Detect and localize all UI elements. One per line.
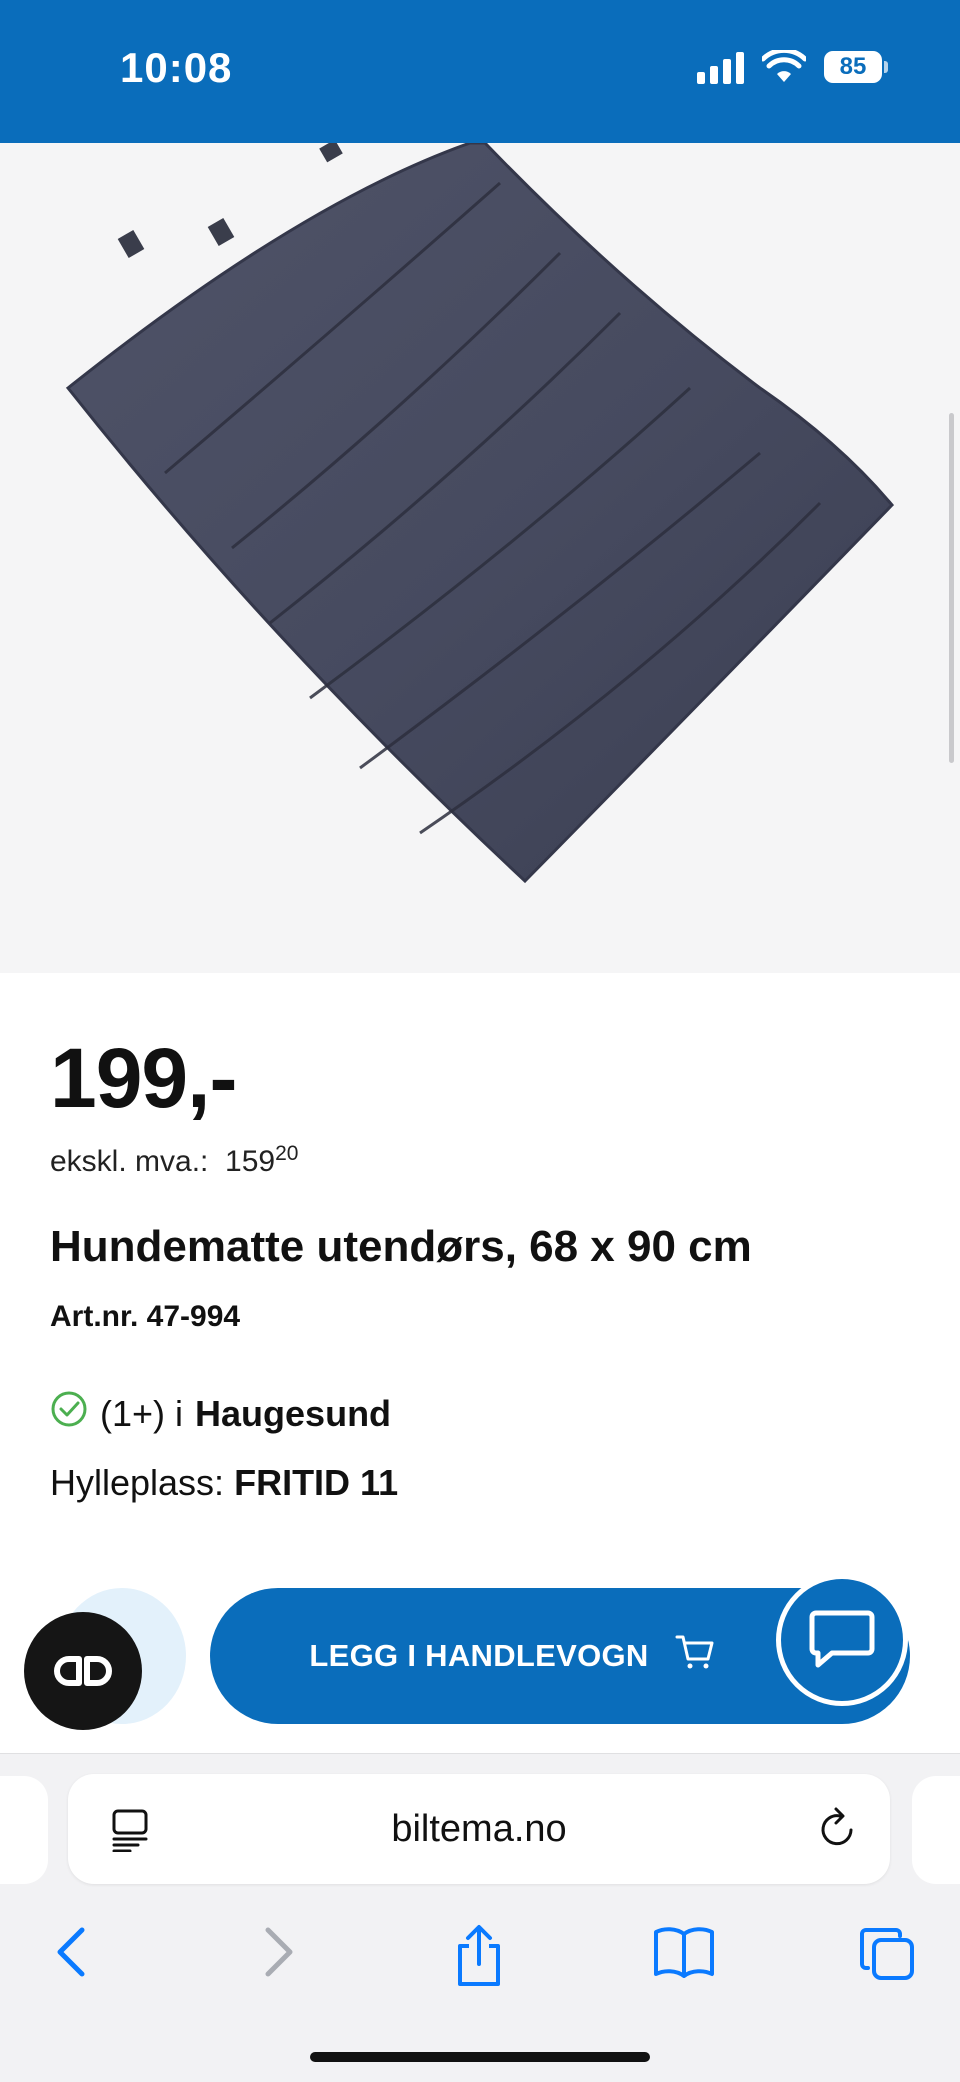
stock-status: (1+) i Haugesund	[50, 1390, 391, 1437]
shelf-location: Hylleplass: FRITID 11	[50, 1462, 398, 1504]
cart-icon	[675, 1633, 715, 1679]
shelf-value: FRITID 11	[234, 1462, 399, 1503]
check-circle-icon	[50, 1390, 88, 1437]
back-icon[interactable]	[52, 1924, 92, 1985]
product-title: Hundematte utendørs, 68 x 90 cm	[50, 1222, 752, 1271]
share-icon[interactable]	[452, 1924, 506, 1993]
chat-button[interactable]	[776, 1574, 908, 1706]
co-assistant-button[interactable]	[24, 1612, 142, 1730]
price: 199,-	[50, 1031, 237, 1125]
browser-nav-row	[0, 1914, 960, 1994]
wifi-icon	[762, 50, 806, 84]
battery-icon: 85	[824, 51, 888, 83]
price-ex-vat-cents: 20	[275, 1142, 299, 1165]
shelf-label: Hylleplass:	[50, 1462, 225, 1503]
dog-mat-image	[65, 143, 895, 884]
price-ex-vat: ekskl. mva.: 15920	[50, 1142, 298, 1179]
status-bar: 10:08 85	[0, 0, 960, 143]
browser-toolbar: biltema.no	[0, 1753, 960, 2082]
next-tab-peek[interactable]	[912, 1776, 960, 1884]
stock-store[interactable]: Haugesund	[195, 1393, 391, 1435]
product-image[interactable]	[0, 143, 960, 973]
chat-bubble-icon	[809, 1610, 875, 1668]
co-logo-icon	[54, 1656, 112, 1686]
forward-icon[interactable]	[258, 1924, 298, 1985]
address-bar[interactable]: biltema.no	[68, 1774, 890, 1884]
scroll-indicator[interactable]	[949, 413, 954, 763]
price-ex-vat-label: ekskl. mva.:	[50, 1145, 209, 1178]
bookmarks-icon[interactable]	[652, 1924, 716, 1985]
home-indicator[interactable]	[310, 2052, 650, 2062]
url-text: biltema.no	[391, 1808, 567, 1850]
price-ex-vat-whole: 159	[225, 1145, 276, 1178]
reload-icon[interactable]	[818, 1806, 858, 1855]
status-time: 10:08	[120, 44, 233, 91]
add-to-cart-label: LEGG I HANDLEVOGN	[309, 1638, 649, 1673]
cellular-signal-icon	[697, 50, 744, 84]
stock-count: (1+) i	[100, 1392, 184, 1434]
tabs-icon[interactable]	[858, 1924, 918, 1989]
previous-tab-peek[interactable]	[0, 1776, 48, 1884]
status-icons: 85	[697, 50, 888, 84]
article-number: Art.nr. 47-994	[50, 1300, 241, 1333]
